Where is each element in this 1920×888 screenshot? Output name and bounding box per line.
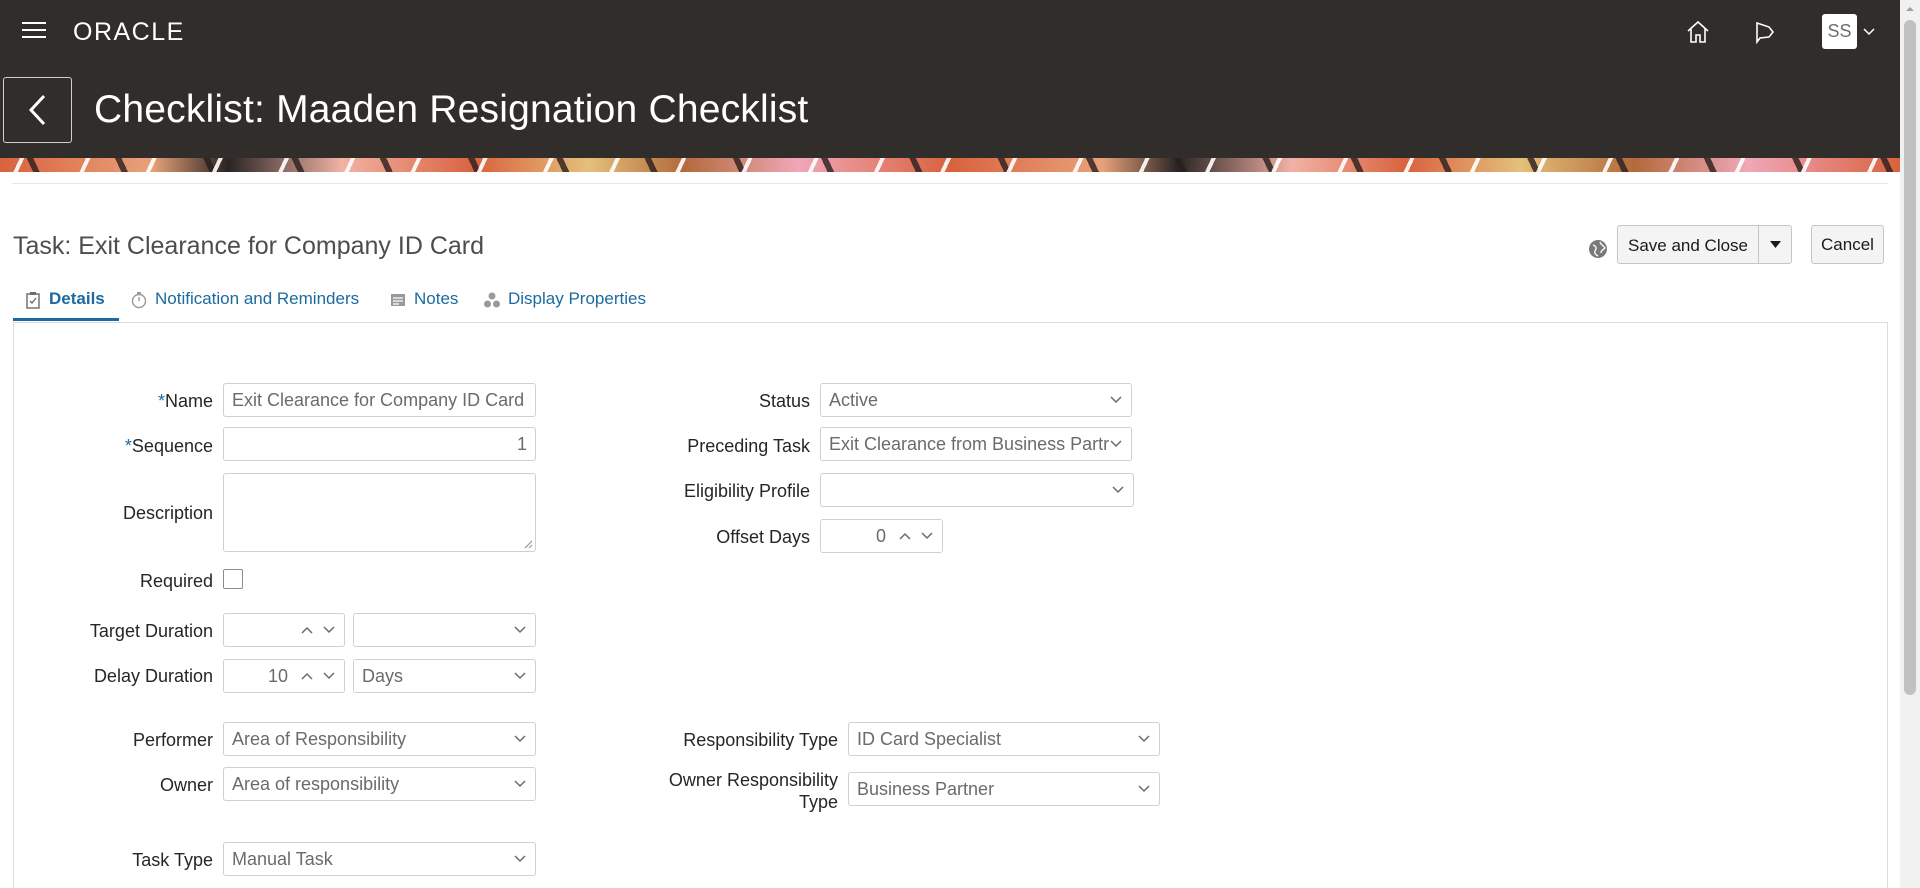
divider — [12, 183, 1888, 184]
delay-duration-unit-select[interactable]: Days — [353, 659, 536, 693]
status-select[interactable]: Active — [820, 383, 1132, 417]
chevron-down-icon — [514, 672, 526, 680]
preceding-task-label: Preceding Task — [687, 436, 810, 456]
owner-label: Owner — [159, 775, 213, 795]
shapes-icon — [484, 292, 500, 308]
stepper-up-icon[interactable] — [898, 529, 912, 543]
eligibility-profile-label: Eligibility Profile — [683, 481, 810, 501]
scroll-up-icon[interactable] — [1905, 4, 1915, 14]
description-label: Description — [122, 503, 213, 523]
target-duration-unit-select[interactable] — [353, 613, 536, 647]
offset-days-label: Offset Days — [716, 527, 810, 547]
performer-select[interactable]: Area of Responsibility — [223, 722, 536, 756]
hamburger-menu-icon[interactable] — [22, 22, 46, 42]
clipboard-icon — [26, 292, 40, 309]
stepper-down-icon[interactable] — [322, 623, 336, 637]
task-title: Task: Exit Clearance for Company ID Card — [13, 232, 485, 260]
stepper-down-icon[interactable] — [322, 669, 336, 683]
required-asterisk: * — [157, 391, 165, 411]
stepper-up-icon[interactable] — [300, 623, 314, 637]
note-icon — [391, 294, 405, 306]
tab-details[interactable]: Details — [24, 284, 124, 322]
chevron-down-icon — [1138, 785, 1150, 793]
responsibility-type-value: ID Card Specialist — [857, 729, 1002, 749]
eligibility-profile-select[interactable] — [820, 473, 1134, 507]
name-label: *Name — [158, 391, 213, 412]
vertical-scrollbar[interactable] — [1900, 0, 1920, 888]
tab-notification-label: Notification and Reminders — [155, 289, 360, 308]
target-duration-label: Target Duration — [89, 621, 213, 641]
globe-icon[interactable] — [1587, 238, 1609, 260]
owner-responsibility-type-label-line2: Type — [798, 792, 838, 812]
status-label: Status — [758, 391, 810, 411]
tab-display-properties[interactable]: Display Properties — [483, 284, 673, 322]
chevron-down-icon — [1138, 735, 1150, 743]
owner-responsibility-type-select[interactable]: Business Partner — [848, 772, 1160, 806]
owner-value: Area of responsibility — [232, 774, 400, 794]
tab-display-properties-label: Display Properties — [508, 289, 646, 308]
back-button[interactable] — [3, 77, 72, 143]
save-and-close-button[interactable]: Save and Close — [1617, 225, 1792, 264]
chevron-down-icon — [514, 735, 526, 743]
task-type-label: Task Type — [132, 850, 213, 870]
tab-notes[interactable]: Notes — [389, 284, 469, 322]
sequence-field[interactable]: 1 — [223, 427, 536, 461]
oracle-logo: ORACLE — [73, 18, 185, 46]
performer-label: Performer — [132, 730, 213, 750]
scrollbar-thumb[interactable] — [1904, 20, 1916, 695]
active-tab-indicator — [13, 318, 119, 321]
responsibility-type-select[interactable]: ID Card Specialist — [848, 722, 1160, 756]
delay-duration-value: 10 — [267, 666, 288, 686]
offset-days-field[interactable]: 0 — [820, 519, 943, 553]
dropdown-arrow-icon[interactable] — [1759, 226, 1792, 263]
offset-days-value: 0 — [875, 526, 886, 546]
owner-responsibility-type-label-line1: Owner Responsibility — [668, 770, 838, 790]
decorative-banner — [0, 158, 1900, 172]
status-value: Active — [829, 390, 879, 410]
chevron-down-icon — [514, 626, 526, 634]
tab-notes-label: Notes — [414, 289, 459, 308]
name-field[interactable]: Exit Clearance for Company ID Card — [223, 383, 536, 417]
owner-responsibility-type-label: Owner Responsibility Type — [669, 769, 838, 813]
performer-value: Area of Responsibility — [232, 729, 407, 749]
chevron-down-icon — [514, 855, 526, 863]
stepper-down-icon[interactable] — [920, 529, 934, 543]
description-textarea[interactable] — [223, 473, 536, 552]
stepper-up-icon[interactable] — [300, 669, 314, 683]
delay-duration-field[interactable]: 10 — [223, 659, 345, 693]
preceding-task-select[interactable]: Exit Clearance from Business Partr — [820, 427, 1132, 461]
target-duration-field[interactable] — [223, 613, 345, 647]
delay-duration-unit-value: Days — [362, 666, 404, 686]
required-asterisk: * — [124, 436, 132, 456]
sequence-label: *Sequence — [125, 436, 213, 457]
owner-select[interactable]: Area of responsibility — [223, 767, 536, 801]
task-type-value: Manual Task — [232, 849, 333, 869]
required-label: Required — [139, 571, 213, 591]
chevron-down-icon — [1110, 396, 1122, 404]
owner-responsibility-type-value: Business Partner — [857, 779, 995, 799]
cancel-button[interactable]: Cancel — [1811, 225, 1884, 264]
page-title: Checklist: Maaden Resignation Checklist — [94, 88, 809, 131]
responsibility-type-label: Responsibility Type — [683, 730, 838, 750]
delay-duration-label: Delay Duration — [93, 666, 213, 686]
name-label-text: Name — [164, 391, 213, 411]
chevron-down-icon — [1110, 440, 1122, 448]
chevron-left-icon — [28, 94, 46, 126]
chevron-down-icon[interactable] — [1862, 25, 1876, 39]
required-checkbox[interactable] — [223, 569, 243, 589]
chevron-down-icon — [514, 780, 526, 788]
sequence-label-text: Sequence — [131, 436, 213, 456]
user-avatar[interactable]: SS — [1822, 14, 1857, 49]
task-type-select[interactable]: Manual Task — [223, 842, 536, 876]
stopwatch-icon — [131, 292, 147, 309]
tab-details-label: Details — [49, 289, 105, 308]
notifications-icon[interactable] — [1749, 17, 1779, 47]
preceding-task-value: Exit Clearance from Business Partr — [829, 434, 1110, 454]
global-header: ORACLE SS — [0, 0, 1900, 64]
tab-notification-and-reminders[interactable]: Notification and Reminders — [130, 284, 380, 322]
resize-handle-icon[interactable] — [523, 539, 533, 549]
home-icon[interactable] — [1683, 17, 1713, 47]
save-and-close-label: Save and Close — [1627, 236, 1749, 255]
chevron-down-icon — [1112, 486, 1124, 494]
